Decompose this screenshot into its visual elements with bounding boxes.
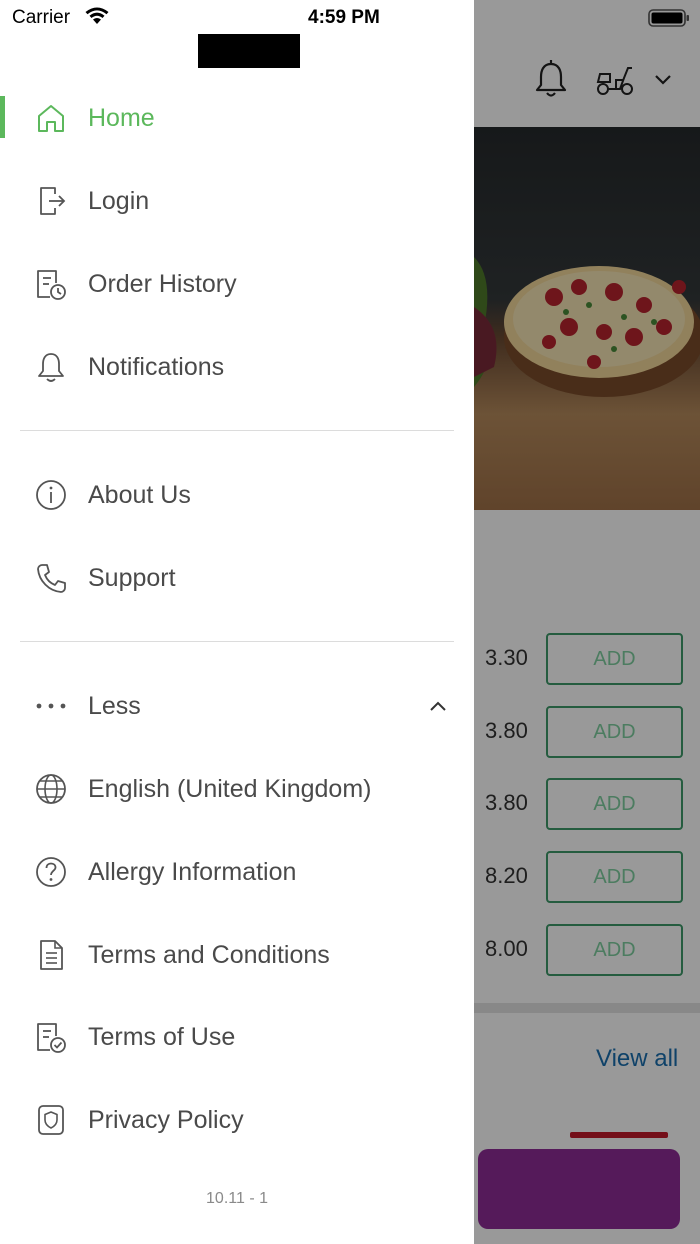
- carrier-label: Carrier: [12, 7, 71, 28]
- order-history-icon: [32, 265, 70, 303]
- menu-item-home[interactable]: Home: [0, 83, 474, 153]
- menu-item-label: Terms of Use: [88, 1022, 236, 1051]
- menu-item-allergy-information[interactable]: Allergy Information: [0, 837, 474, 907]
- status-time: 4:59 PM: [308, 7, 380, 28]
- question-icon: [32, 853, 70, 891]
- menu-item-label: Less: [88, 691, 141, 720]
- section-divider: [20, 430, 454, 431]
- chevron-up-icon: [430, 701, 446, 711]
- menu-item-label: Order History: [88, 269, 237, 298]
- wifi-icon: [85, 7, 109, 24]
- menu-item-label: Home: [88, 103, 155, 132]
- menu-item-about-us[interactable]: About Us: [0, 460, 474, 530]
- app-version: 10.11 - 1: [206, 1190, 268, 1207]
- menu-item-label: Privacy Policy: [88, 1105, 244, 1134]
- home-icon: [32, 99, 70, 137]
- menu-item-label: Notifications: [88, 352, 225, 381]
- status-bar: Carrier 4:59 PM: [0, 0, 700, 36]
- document-icon: [32, 936, 70, 974]
- navigation-drawer: Home Login Order History Notifications A…: [0, 0, 474, 1244]
- menu-item-terms-and-conditions[interactable]: Terms and Conditions: [0, 920, 474, 990]
- menu-item-label: About Us: [88, 480, 191, 509]
- menu-item-label: Login: [88, 186, 150, 215]
- menu-item-label: Allergy Information: [88, 857, 297, 886]
- menu-item-support[interactable]: Support: [0, 543, 474, 613]
- menu-toggle-less[interactable]: Less: [0, 671, 474, 741]
- menu-item-label: Terms and Conditions: [88, 940, 330, 969]
- menu-item-order-history[interactable]: Order History: [0, 249, 474, 319]
- battery-icon: [648, 9, 689, 27]
- info-icon: [32, 476, 70, 514]
- login-icon: [32, 182, 70, 220]
- more-dots-icon: [32, 687, 70, 725]
- menu-item-label: English (United Kingdom): [88, 774, 372, 803]
- shield-icon: [32, 1101, 70, 1139]
- menu-item-notifications[interactable]: Notifications: [0, 332, 474, 402]
- section-divider: [20, 641, 454, 642]
- menu-item-login[interactable]: Login: [0, 166, 474, 236]
- document-check-icon: [32, 1018, 70, 1056]
- menu-item-language[interactable]: English (United Kingdom): [0, 754, 474, 824]
- phone-icon: [32, 559, 70, 597]
- menu-item-terms-of-use[interactable]: Terms of Use: [0, 1002, 474, 1072]
- globe-icon: [32, 770, 70, 808]
- menu-item-label: Support: [88, 563, 176, 592]
- brand-logo: [198, 34, 300, 68]
- menu-item-privacy-policy[interactable]: Privacy Policy: [0, 1085, 474, 1155]
- bell-icon: [32, 348, 70, 386]
